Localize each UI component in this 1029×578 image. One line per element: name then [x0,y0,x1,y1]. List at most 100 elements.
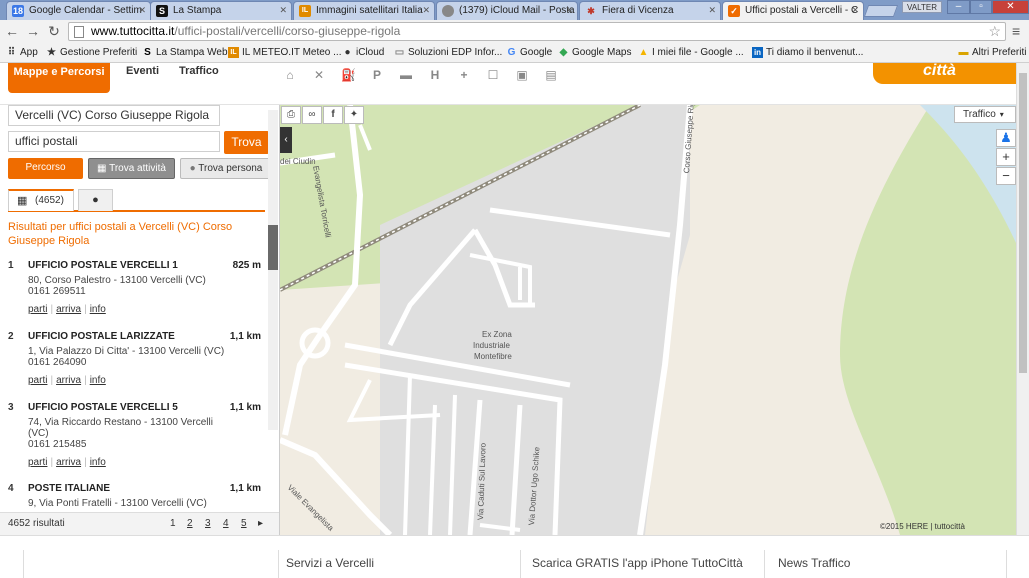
tab-fiera-vicenza[interactable]: ✱ Fiera di Vicenza ✕ [579,1,721,20]
nav-traffico[interactable]: Traffico [179,65,219,77]
list-item[interactable]: 3 UFFICIO POSTALE VERCELLI 5 1,1 km 74, … [8,402,261,474]
trova-button[interactable]: Trova [224,131,269,154]
link-info[interactable]: info [90,457,106,468]
link-parti[interactable]: parti [28,457,47,468]
result-links: parti | arriva | info [28,457,106,468]
tab-people[interactable]: ● [78,189,113,211]
bookmark-gestione-preferiti[interactable]: ★ Gestione Preferiti [44,46,137,60]
bookmark-star-icon[interactable]: ☆ [988,23,1001,40]
next-page-icon[interactable]: ▸ [258,518,263,529]
tuttocitta-logo[interactable]: città [873,63,1016,84]
tab-immagini-satellitari[interactable]: IL Immagini satellitari Italia ✕ [293,1,435,20]
tab-google-calendar[interactable]: 18 Google Calendar - Settim ✕ [6,1,151,20]
close-window-button[interactable]: ✕ [992,0,1029,14]
forward-arrow-icon[interactable]: → [25,23,41,39]
map-canvas[interactable] [280,105,1016,535]
bar-icon[interactable]: ☐ [486,68,500,82]
result-number: 3 [8,402,14,413]
bookmark-google-maps[interactable]: ◆ Google Maps [556,46,632,60]
list-item[interactable]: 4 POSTE ITALIANE 1,1 km 9, Via Ponti Fra… [8,483,261,511]
url-field[interactable]: www.tuttocitta.it/uffici-postali/vercell… [68,22,1006,41]
page-link-1[interactable]: 1 [170,518,176,529]
car-icon[interactable]: ▬ [399,68,413,82]
page-link-4[interactable]: 4 [223,518,229,529]
app-download-link[interactable]: Scarica GRATIS l'app iPhone TuttoCittà [532,556,743,570]
nav-mappe-e-percorsi[interactable]: Mappe e Percorsi [8,63,110,93]
close-icon[interactable]: ✕ [708,5,716,16]
list-item[interactable]: 1 UFFICIO POSTALE VERCELLI 1 825 m 80, C… [8,260,261,320]
twitter-icon[interactable]: ✦ [344,106,364,124]
parking-icon[interactable]: P [370,68,384,82]
trova-persona-button[interactable]: ● Trova persona [180,158,272,179]
map-view[interactable]: dei Ciudin Evangelista Torricelli Corso … [279,105,1016,535]
shop-icon[interactable]: ▣ [515,68,529,82]
bookmark-il-meteo[interactable]: IL IL METEO.IT Meteo ... [226,46,341,60]
restaurant-icon[interactable]: ✕ [312,68,326,82]
fuel-icon[interactable]: ⛽ [341,68,356,82]
link-parti[interactable]: parti [28,375,47,386]
minimize-button[interactable]: – [947,0,970,14]
zoom-out-button[interactable]: − [996,167,1016,185]
close-icon[interactable]: ✕ [422,5,430,16]
print-icon[interactable]: ⎙ [281,106,301,124]
result-number: 2 [8,331,14,342]
close-icon[interactable]: ✕ [851,5,859,16]
link-icon[interactable]: ∞ [302,106,322,124]
link-info[interactable]: info [90,304,106,315]
close-icon[interactable]: ✕ [565,5,573,16]
servizi-link[interactable]: Servizi a Vercelli [286,556,374,570]
results-scroll-thumb[interactable] [268,225,278,270]
result-name[interactable]: UFFICIO POSTALE VERCELLI 5 [28,402,178,413]
where-field[interactable]: Vercelli (VC) Corso Giuseppe Rigola [8,105,220,126]
close-icon[interactable]: ✕ [279,5,287,16]
bookmark-linkedin[interactable]: in Ti diamo il benvenut... [750,46,863,60]
trova-attivita-button[interactable]: ▦ Trova attività [88,158,175,179]
results-scrollbar[interactable] [268,110,278,430]
bookmark-la-stampa-web[interactable]: S La Stampa Web [140,46,227,60]
collapse-panel-icon[interactable]: ‹ [280,127,292,153]
atm-icon[interactable]: ▤ [544,68,558,82]
hospital-icon[interactable]: H [428,68,442,82]
link-arriva[interactable]: arriva [56,375,81,386]
link-arriva[interactable]: arriva [56,457,81,468]
link-info[interactable]: info [90,375,106,386]
result-name[interactable]: UFFICIO POSTALE VERCELLI 1 [28,260,178,271]
facebook-icon[interactable]: f [323,106,343,124]
news-traffico-link[interactable]: News Traffico [778,556,850,570]
page-link-2[interactable]: 2 [187,518,193,529]
page-link-5[interactable]: 5 [241,518,247,529]
link-arriva[interactable]: arriva [56,304,81,315]
bookmark-app[interactable]: ⠿ App [4,46,38,60]
bookmark-icloud[interactable]: ● iCloud [340,46,384,60]
new-tab-button[interactable] [863,5,899,17]
zoom-in-button[interactable]: + [996,148,1016,166]
traffic-dropdown[interactable]: Traffico ▾ [954,106,1016,123]
street-view-icon[interactable]: ♟ [996,129,1016,147]
tab-la-stampa[interactable]: S La Stampa ✕ [150,1,292,20]
back-arrow-icon[interactable]: ← [4,23,20,39]
close-icon[interactable]: ✕ [138,5,146,16]
nav-eventi[interactable]: Eventi [126,65,159,77]
page-link-3[interactable]: 3 [205,518,211,529]
link-parti[interactable]: parti [28,304,47,315]
tab-icloud-mail[interactable]: (1379) iCloud Mail - Posta ✕ [436,1,578,20]
bookmark-soluzioni-edp[interactable]: ▭ Soluzioni EDP Infor... [392,46,503,60]
list-item[interactable]: 2 UFFICIO POSTALE LARIZZATE 1,1 km 1, Vi… [8,331,261,391]
maximize-button[interactable]: ▫ [970,0,992,14]
pharmacy-icon[interactable]: + [457,68,471,82]
page-scroll-thumb[interactable] [1019,73,1027,373]
tab-activities[interactable]: ▦ (4652) [8,189,74,211]
user-profile-button[interactable]: VALTER [902,1,942,13]
bookmark-google[interactable]: G Google [504,46,553,60]
tab-uffici-postali[interactable]: ✓ Uffici postali a Vercelli - C ✕ [722,1,864,21]
result-name[interactable]: POSTE ITALIANE [28,483,110,494]
page-scrollbar[interactable] [1016,63,1029,535]
reload-icon[interactable]: ↻ [46,23,62,39]
hotel-icon[interactable]: ⌂ [283,68,297,82]
bookmark-i-miei-file[interactable]: ▲ I miei file - Google ... [636,46,744,60]
percorso-button[interactable]: Percorso [8,158,83,179]
what-field[interactable]: uffici postali [8,131,220,152]
result-name[interactable]: UFFICIO POSTALE LARIZZATE [28,331,175,342]
bookmark-altri-preferiti[interactable]: ▬ Altri Preferiti [956,46,1027,60]
menu-icon[interactable]: ≡ [1012,23,1020,39]
